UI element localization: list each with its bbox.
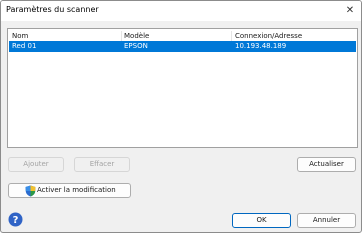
title-bar: Paramètres du scanner ✕	[1, 1, 361, 21]
column-header-model[interactable]: Modèle	[122, 31, 232, 41]
row-address-cell: 10.193.48.189	[235, 42, 287, 50]
scanner-list[interactable]: Nom Modèle Connexion/Adresse Red 01 EPSO…	[7, 28, 358, 148]
cancel-button[interactable]: Annuler	[297, 213, 356, 228]
column-header-name[interactable]: Nom	[10, 31, 122, 41]
help-icon[interactable]: ?	[8, 212, 23, 227]
list-header: Nom Modèle Connexion/Adresse	[8, 29, 357, 41]
uac-shield-icon	[25, 185, 36, 197]
svg-text:?: ?	[13, 215, 19, 226]
add-button[interactable]: Ajouter	[8, 157, 64, 172]
delete-button[interactable]: Effacer	[74, 157, 130, 172]
close-icon[interactable]: ✕	[342, 3, 358, 18]
update-button[interactable]: Actualiser	[297, 157, 356, 172]
activate-modification-button[interactable]: Activer la modification	[8, 183, 131, 198]
column-header-address[interactable]: Connexion/Adresse	[233, 31, 356, 41]
scanner-settings-dialog: Paramètres du scanner ✕ Nom Modèle Conne…	[0, 0, 362, 233]
table-row[interactable]: Red 01 EPSON 10.193.48.189	[9, 41, 356, 52]
activate-modification-label: Activer la modification	[37, 186, 116, 194]
ok-button[interactable]: OK	[232, 213, 291, 228]
row-model-cell: EPSON	[124, 42, 148, 50]
window-title: Paramètres du scanner	[6, 5, 99, 14]
row-name-cell: Red 01	[12, 42, 37, 50]
